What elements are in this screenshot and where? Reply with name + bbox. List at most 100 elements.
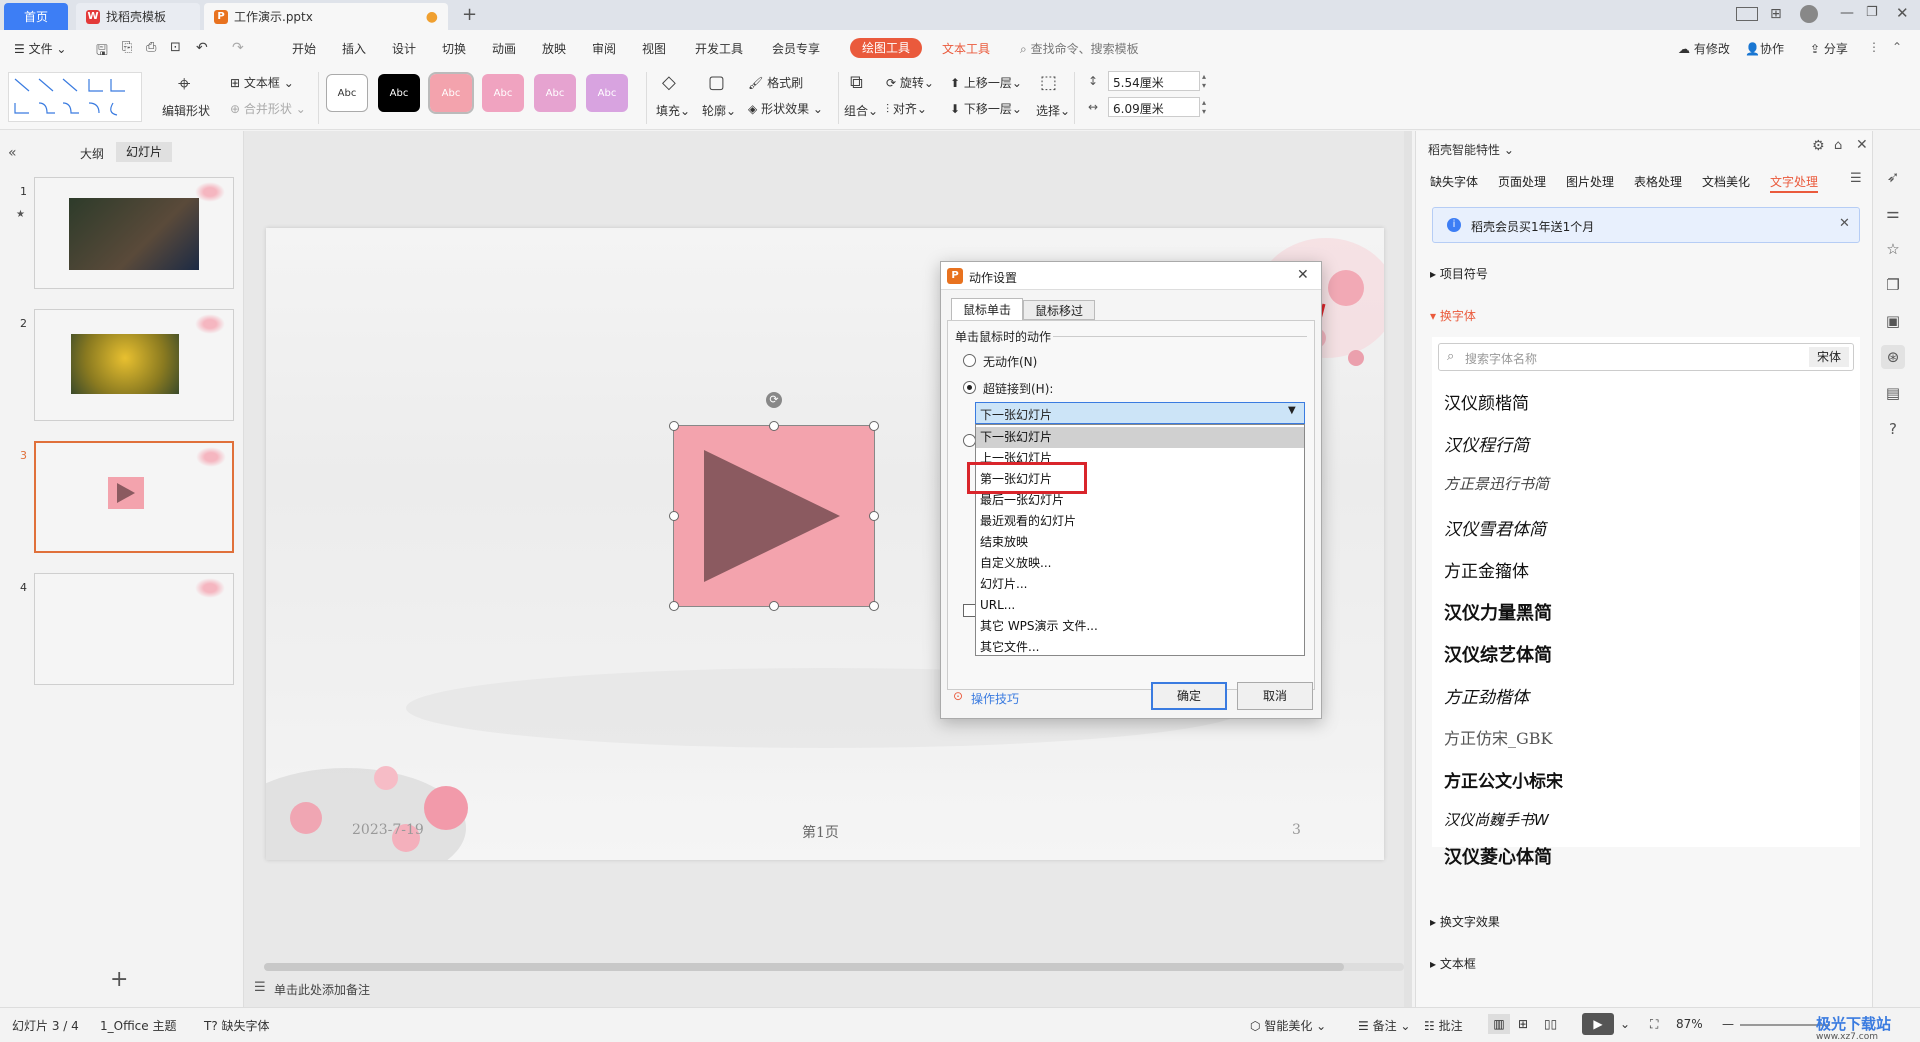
layout-icon[interactable] xyxy=(1736,7,1758,21)
image-edit-icon[interactable]: ▣ xyxy=(1881,309,1905,333)
tab-mouse-over[interactable]: 鼠标移过 xyxy=(1023,300,1095,320)
menu-item-review[interactable]: 审阅 xyxy=(592,40,616,57)
menu-item-member[interactable]: 会员专享 xyxy=(772,40,820,57)
tips-link[interactable]: 操作技巧 xyxy=(971,690,1019,707)
reading-view-icon[interactable]: ▯▯ xyxy=(1544,1017,1557,1031)
send-backward-button[interactable]: ⬇ 下移一层⌄ xyxy=(950,100,1022,117)
width-spinner-icon[interactable]: ▴ ▾ xyxy=(1202,98,1206,116)
width-field[interactable]: 6.09厘米 xyxy=(1108,97,1200,117)
panel-header[interactable]: 稻壳智能特性 ⌄ xyxy=(1428,141,1514,158)
format-painter-button[interactable]: 🖌 格式刷 xyxy=(748,74,803,91)
menu-item-insert[interactable]: 插入 xyxy=(342,40,366,57)
collapse-panel-icon[interactable]: « xyxy=(8,145,17,161)
font-item[interactable]: 汉仪力量黑简 xyxy=(1444,599,1552,625)
tab-image[interactable]: 图片处理 xyxy=(1566,173,1614,190)
font-item[interactable]: 汉仪程行简 xyxy=(1444,431,1529,456)
text-box-button[interactable]: ⊞ 文本框 ⌄ xyxy=(230,74,294,91)
tab-page[interactable]: 页面处理 xyxy=(1498,173,1546,190)
resize-handle[interactable] xyxy=(869,421,879,431)
pin-icon[interactable]: ⌂ xyxy=(1834,138,1842,153)
sliders-icon[interactable]: ⚌ xyxy=(1881,201,1905,225)
slide-thumbnail-2[interactable] xyxy=(34,309,234,421)
section-text-effect[interactable]: ▸ 换文字效果 xyxy=(1430,913,1500,930)
smart-beautify-button[interactable]: ⬡ 智能美化 ⌄ xyxy=(1250,1017,1326,1034)
font-item[interactable]: 方正公文小标宋 xyxy=(1444,767,1563,792)
fill-button[interactable]: 填充⌄ xyxy=(656,102,690,119)
resize-handle[interactable] xyxy=(669,511,679,521)
font-item[interactable]: 汉仪尚巍手书W xyxy=(1444,809,1549,830)
section-bullets[interactable]: ▸ 项目符号 xyxy=(1430,265,1488,282)
resize-handle[interactable] xyxy=(769,601,779,611)
tab-template[interactable]: W 找稻壳模板 xyxy=(76,3,200,30)
tab-table[interactable]: 表格处理 xyxy=(1634,173,1682,190)
rotate-handle-icon[interactable]: ⟳ xyxy=(766,392,782,408)
zoom-out-icon[interactable]: — xyxy=(1722,1017,1734,1031)
horizontal-scrollbar[interactable] xyxy=(264,963,1404,971)
menu-item-developer[interactable]: 开发工具 xyxy=(695,40,743,57)
section-change-font[interactable]: ▾ 换字体 xyxy=(1430,307,1476,324)
section-text-box[interactable]: ▸ 文本框 xyxy=(1430,955,1476,972)
style-swatch-black[interactable]: Abc xyxy=(378,74,420,112)
edit-shape-icon[interactable]: ⌖ xyxy=(178,72,190,97)
dropdown-option[interactable]: 下一张幻灯片 xyxy=(976,427,1304,448)
height-field[interactable]: 5.54厘米 xyxy=(1108,71,1200,91)
style-swatch-white[interactable]: Abc xyxy=(326,74,368,112)
menu-item-view[interactable]: 视图 xyxy=(642,40,666,57)
outline-icon[interactable]: ▢ xyxy=(708,72,725,93)
text-tools-tab[interactable]: 文本工具 xyxy=(942,40,990,57)
play-slideshow-button[interactable]: ▶ xyxy=(1582,1013,1614,1035)
hyperlink-select[interactable]: 下一张幻灯片 ▼ xyxy=(975,402,1305,424)
more-options-icon[interactable]: ⋮ xyxy=(1868,40,1880,54)
select-icon[interactable]: ⬚ xyxy=(1040,72,1057,93)
settings-icon[interactable]: ⚙ xyxy=(1812,138,1825,154)
edit-shape-button[interactable]: 编辑形状 xyxy=(162,102,210,119)
promo-banner[interactable]: i 稻壳会员买1年送1个月 ✕ xyxy=(1432,207,1860,243)
undo-icon[interactable]: ↶ xyxy=(196,40,208,56)
resize-handle[interactable] xyxy=(869,511,879,521)
resize-handle[interactable] xyxy=(669,601,679,611)
font-item[interactable]: 汉仪雪君体简 xyxy=(1444,515,1546,540)
font-item[interactable]: 方正景迅行书简 xyxy=(1444,473,1549,494)
height-spinner-icon[interactable]: ▴ ▾ xyxy=(1202,72,1206,90)
dropdown-option[interactable]: 结束放映 xyxy=(976,532,1304,553)
font-tool-icon[interactable]: ⊛ xyxy=(1881,345,1905,369)
close-panel-icon[interactable]: ✕ xyxy=(1856,137,1868,153)
tab-mouse-click[interactable]: 鼠标单击 xyxy=(951,298,1023,320)
font-item[interactable]: 汉仪综艺体简 xyxy=(1444,641,1552,667)
ok-button[interactable]: 确定 xyxy=(1151,682,1227,710)
export-icon[interactable]: ⎘ xyxy=(122,40,132,55)
star-icon[interactable]: ☆ xyxy=(1881,237,1905,261)
fill-icon[interactable]: ◇ xyxy=(662,72,676,93)
font-item[interactable]: 汉仪菱心体简 xyxy=(1444,843,1552,869)
add-slide-icon[interactable]: + xyxy=(110,967,128,992)
drawing-tools-tab[interactable]: 绘图工具 xyxy=(850,38,923,58)
resize-handle[interactable] xyxy=(669,421,679,431)
shape-effect-button[interactable]: ◈ 形状效果 ⌄ xyxy=(748,100,823,117)
avatar[interactable] xyxy=(1800,5,1818,23)
command-search[interactable]: ⌕ 查找命令、搜索模板 xyxy=(1020,40,1139,57)
font-item[interactable]: 方正金籀体 xyxy=(1444,557,1529,582)
scrollbar-thumb[interactable] xyxy=(264,963,1344,971)
dropdown-option[interactable]: 其它文件... xyxy=(976,637,1304,658)
share-button[interactable]: ⇪ 分享 xyxy=(1810,40,1848,57)
dropdown-option[interactable]: 最近观看的幻灯片 xyxy=(976,511,1304,532)
menu-item-slideshow[interactable]: 放映 xyxy=(542,40,566,57)
tab-outline[interactable]: 大纲 xyxy=(80,145,104,162)
dropdown-option[interactable]: 幻灯片... xyxy=(976,574,1304,595)
copy-icon[interactable]: ❐ xyxy=(1881,273,1905,297)
style-swatch-violet[interactable]: Abc xyxy=(586,74,628,112)
zoom-level[interactable]: 87% xyxy=(1676,1017,1703,1031)
fit-window-icon[interactable]: ⛶ xyxy=(1650,1017,1658,1032)
align-button[interactable]: ⫶ 对齐⌄ xyxy=(886,100,927,117)
missing-font-status[interactable]: T? 缺失字体 xyxy=(204,1017,270,1034)
redo-icon[interactable]: ↷ xyxy=(232,40,244,56)
slide-thumbnail-1[interactable] xyxy=(34,177,234,289)
resize-handle[interactable] xyxy=(869,601,879,611)
cancel-button[interactable]: 取消 xyxy=(1237,682,1313,710)
style-swatch-pink-selected[interactable]: Abc xyxy=(428,72,474,114)
group-icon[interactable]: ⧉ xyxy=(850,72,863,93)
tab-beautify[interactable]: 文档美化 xyxy=(1702,173,1750,190)
no-action-radio[interactable] xyxy=(963,354,976,367)
minimize-icon[interactable]: — xyxy=(1840,5,1854,21)
resize-handle[interactable] xyxy=(769,421,779,431)
